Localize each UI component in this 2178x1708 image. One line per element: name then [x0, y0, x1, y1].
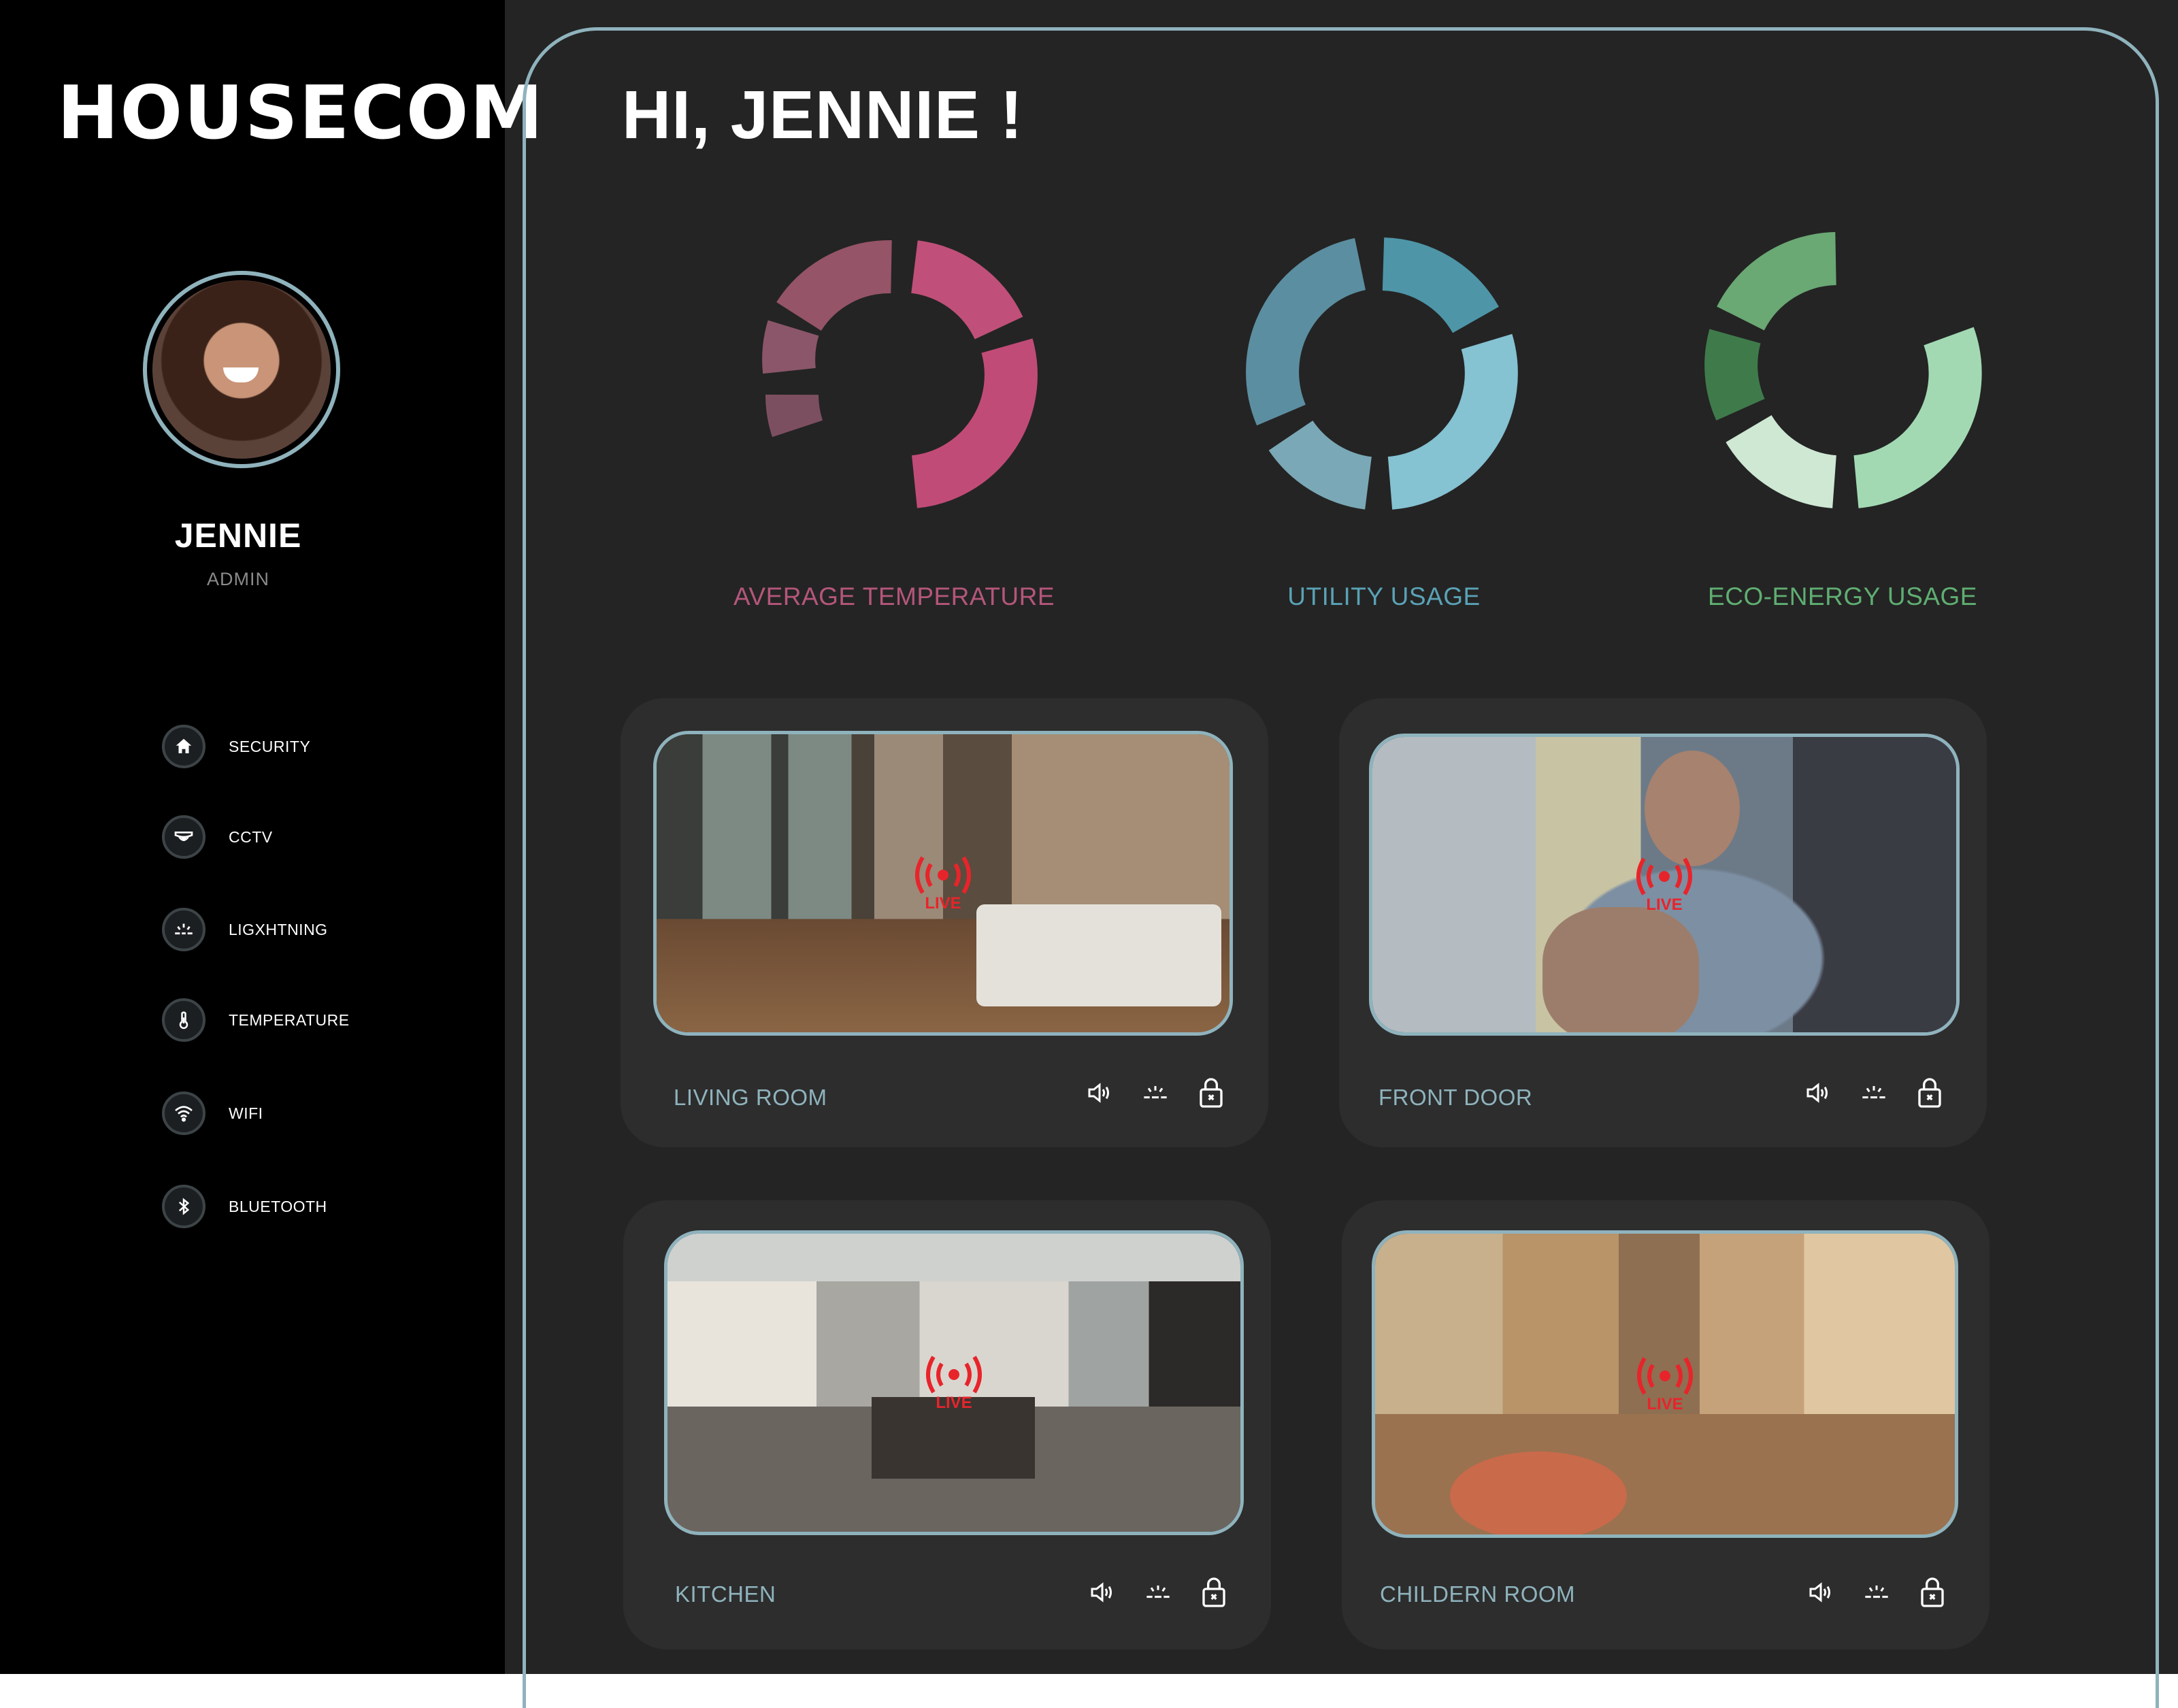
- camera-title: FRONT DOOR: [1379, 1085, 1533, 1110]
- sidebar-item-label: CCTV: [229, 827, 273, 846]
- speaker-icon[interactable]: [1078, 1071, 1121, 1115]
- sidebar-item-lightning[interactable]: LIGXHTNING: [162, 905, 328, 954]
- speaker-icon[interactable]: [1080, 1571, 1124, 1614]
- sidebar-item-cctv[interactable]: CCTV: [162, 812, 273, 861]
- live-badge: LIVE: [1632, 855, 1697, 915]
- user-name: JENNIE: [174, 516, 302, 555]
- live-badge: LIVE: [1632, 1354, 1698, 1414]
- sidebar: HOUSECOM JENNIE ADMIN SECURITY CCTV LIGX…: [0, 0, 544, 1674]
- light-icon[interactable]: [1852, 1071, 1896, 1115]
- live-badge: LIVE: [921, 1353, 987, 1413]
- lock-icon[interactable]: [1189, 1071, 1233, 1115]
- camera-icon: [162, 815, 205, 859]
- user-role: ADMIN: [207, 569, 269, 589]
- temperature-gauge[interactable]: [729, 211, 1056, 538]
- camera-controls: [1784, 1071, 1951, 1115]
- lock-icon[interactable]: [1908, 1071, 1951, 1115]
- camera-title: CHILDERN ROOM: [1380, 1581, 1576, 1607]
- sidebar-item-bluetooth[interactable]: BLUETOOTH: [162, 1182, 327, 1231]
- sidebar-item-temperature[interactable]: TEMPERATURE: [162, 996, 350, 1045]
- camera-feed-kitchen[interactable]: LIVE: [664, 1230, 1244, 1535]
- gauge-label-utility: UTILITY USAGE: [1287, 582, 1481, 610]
- live-label: LIVE: [1647, 1395, 1683, 1413]
- live-label: LIVE: [925, 894, 961, 913]
- sidebar-item-label: SECURITY: [229, 737, 311, 755]
- camera-title: LIVING ROOM: [674, 1085, 827, 1110]
- live-broadcast-icon: [915, 856, 971, 894]
- gauge-label-eco-energy: ECO-ENERGY USAGE: [1708, 582, 1977, 610]
- live-label: LIVE: [1646, 896, 1683, 914]
- sidebar-item-security[interactable]: SECURITY: [162, 722, 310, 771]
- avatar[interactable]: [143, 271, 340, 468]
- bluetooth-icon: [162, 1185, 205, 1228]
- speaker-icon[interactable]: [1799, 1571, 1843, 1614]
- lock-icon[interactable]: [1192, 1571, 1236, 1614]
- wifi-icon: [162, 1091, 205, 1135]
- home-icon: [162, 725, 205, 768]
- camera-card-living-room: LIVE LIVING ROOM: [621, 698, 1268, 1147]
- gauge-label-temperature: AVERAGE TEMPERATURE: [733, 582, 1055, 610]
- app-window: HOUSECOM JENNIE ADMIN SECURITY CCTV LIGX…: [0, 0, 2178, 1708]
- avatar-image: [152, 280, 331, 459]
- speaker-icon[interactable]: [1796, 1071, 1840, 1115]
- camera-card-front-door: LIVE FRONT DOOR: [1339, 698, 1987, 1147]
- live-label: LIVE: [936, 1394, 972, 1412]
- logo: HOUSECOM: [57, 71, 544, 156]
- camera-feed-living-room[interactable]: LIVE: [653, 731, 1233, 1036]
- live-broadcast-icon: [1637, 1357, 1693, 1395]
- camera-card-kitchen: LIVE KITCHEN: [623, 1200, 1271, 1649]
- lock-icon[interactable]: [1911, 1571, 1954, 1614]
- camera-feed-front-door[interactable]: LIVE: [1369, 734, 1960, 1036]
- camera-title: KITCHEN: [675, 1581, 776, 1607]
- thermometer-icon: [162, 998, 205, 1042]
- light-icon[interactable]: [1134, 1071, 1177, 1115]
- utility-gauge[interactable]: [1215, 211, 1541, 538]
- camera-controls: [1066, 1071, 1233, 1115]
- camera-feed-children-room[interactable]: LIVE: [1372, 1230, 1958, 1538]
- sidebar-item-label: BLUETOOTH: [229, 1197, 327, 1215]
- live-broadcast-icon: [926, 1356, 982, 1394]
- camera-controls: [1787, 1571, 1954, 1614]
- light-icon[interactable]: [1855, 1571, 1898, 1614]
- live-broadcast-icon: [1636, 857, 1692, 896]
- eco-energy-gauge[interactable]: [1678, 211, 2004, 538]
- camera-card-children-room: LIVE CHILDERN ROOM: [1342, 1200, 1990, 1649]
- sidebar-item-wifi[interactable]: WIFI: [162, 1089, 263, 1138]
- light-icon[interactable]: [1136, 1571, 1180, 1614]
- page-title: HI, JENNIE !: [622, 77, 1023, 153]
- lightning-icon: [162, 908, 205, 951]
- live-badge: LIVE: [910, 853, 976, 913]
- sidebar-item-label: WIFI: [229, 1104, 263, 1122]
- sidebar-item-label: LIGXHTNING: [229, 920, 328, 938]
- camera-controls: [1068, 1571, 1236, 1614]
- sidebar-item-label: TEMPERATURE: [229, 1011, 350, 1029]
